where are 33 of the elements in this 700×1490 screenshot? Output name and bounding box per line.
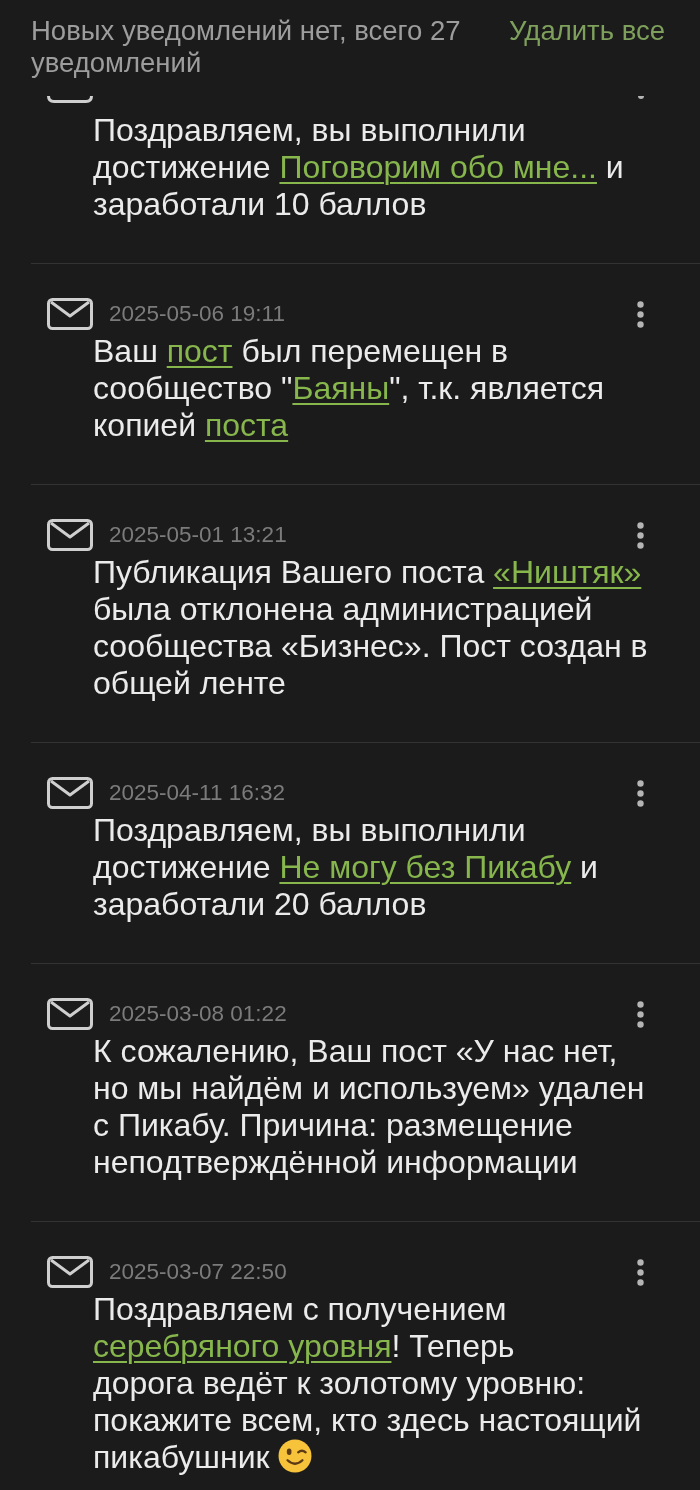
link[interactable]: пост (166, 333, 233, 369)
link[interactable]: Не могу без Пикабу (279, 849, 572, 885)
envelope-icon (47, 519, 93, 551)
notification-summary: Новых уведомлений нет, всего 27 уведомлений (31, 15, 462, 79)
more-options-icon[interactable] (637, 521, 644, 549)
envelope-icon (47, 1256, 93, 1288)
link[interactable]: «Ништяк» (493, 554, 642, 590)
link[interactable]: поста (204, 407, 289, 443)
envelope-icon (47, 96, 93, 103)
notification-text: Публикация Вашего поста «Ништяк» была отклонена администрацией сообщества «Бизнес». Пост создан в общей ленте (93, 554, 649, 702)
link[interactable]: серебряного уровня (93, 1328, 392, 1364)
notification-date: 2025-03-07 22:50 (109, 1259, 287, 1285)
envelope-icon (47, 777, 93, 809)
envelope-icon (47, 298, 93, 330)
more-options-icon[interactable] (637, 779, 644, 807)
notification-text: Поздравляем, вы выполнили достижение Не могу без Пикабу и заработали 20 баллов (93, 812, 599, 923)
notification-date: 2025-05-06 19:11 (109, 301, 285, 327)
notification-date: 2025-04-11 16:32 (109, 780, 285, 806)
envelope-icon (47, 998, 93, 1030)
winking-face-icon (278, 1439, 313, 1473)
notification-text: К сожалению, Ваш пост «У нас нет, но мы найдём и используем» удален с Пикабу. Причина: размещение неподтверждённой информации (93, 1033, 646, 1181)
notification-text: Поздравляем с получением серебряного уровня! Теперь дорога ведёт к золотому уровню: покажите всем, кто здесь настоящий пикабушник (93, 1291, 643, 1476)
notification-date: 2025-03-08 01:22 (109, 1001, 287, 1027)
more-options-icon[interactable] (638, 96, 644, 99)
delete-all-button[interactable]: Удалить все (509, 15, 665, 47)
notification-date: 2025-05-01 13:21 (109, 522, 287, 548)
more-options-icon[interactable] (637, 1000, 644, 1028)
link[interactable]: Баяны (292, 370, 390, 406)
more-options-icon[interactable] (637, 1258, 644, 1286)
notification-text: Ваш пост был перемещен в сообщество "Баяны", т.к. является копией поста (93, 333, 606, 444)
link[interactable]: Поговорим обо мне... (279, 149, 597, 185)
notification-text: Поздравляем, вы выполнили достижение Поговорим обо мне... и заработали 10 баллов (93, 112, 625, 223)
more-options-icon[interactable] (637, 300, 644, 328)
